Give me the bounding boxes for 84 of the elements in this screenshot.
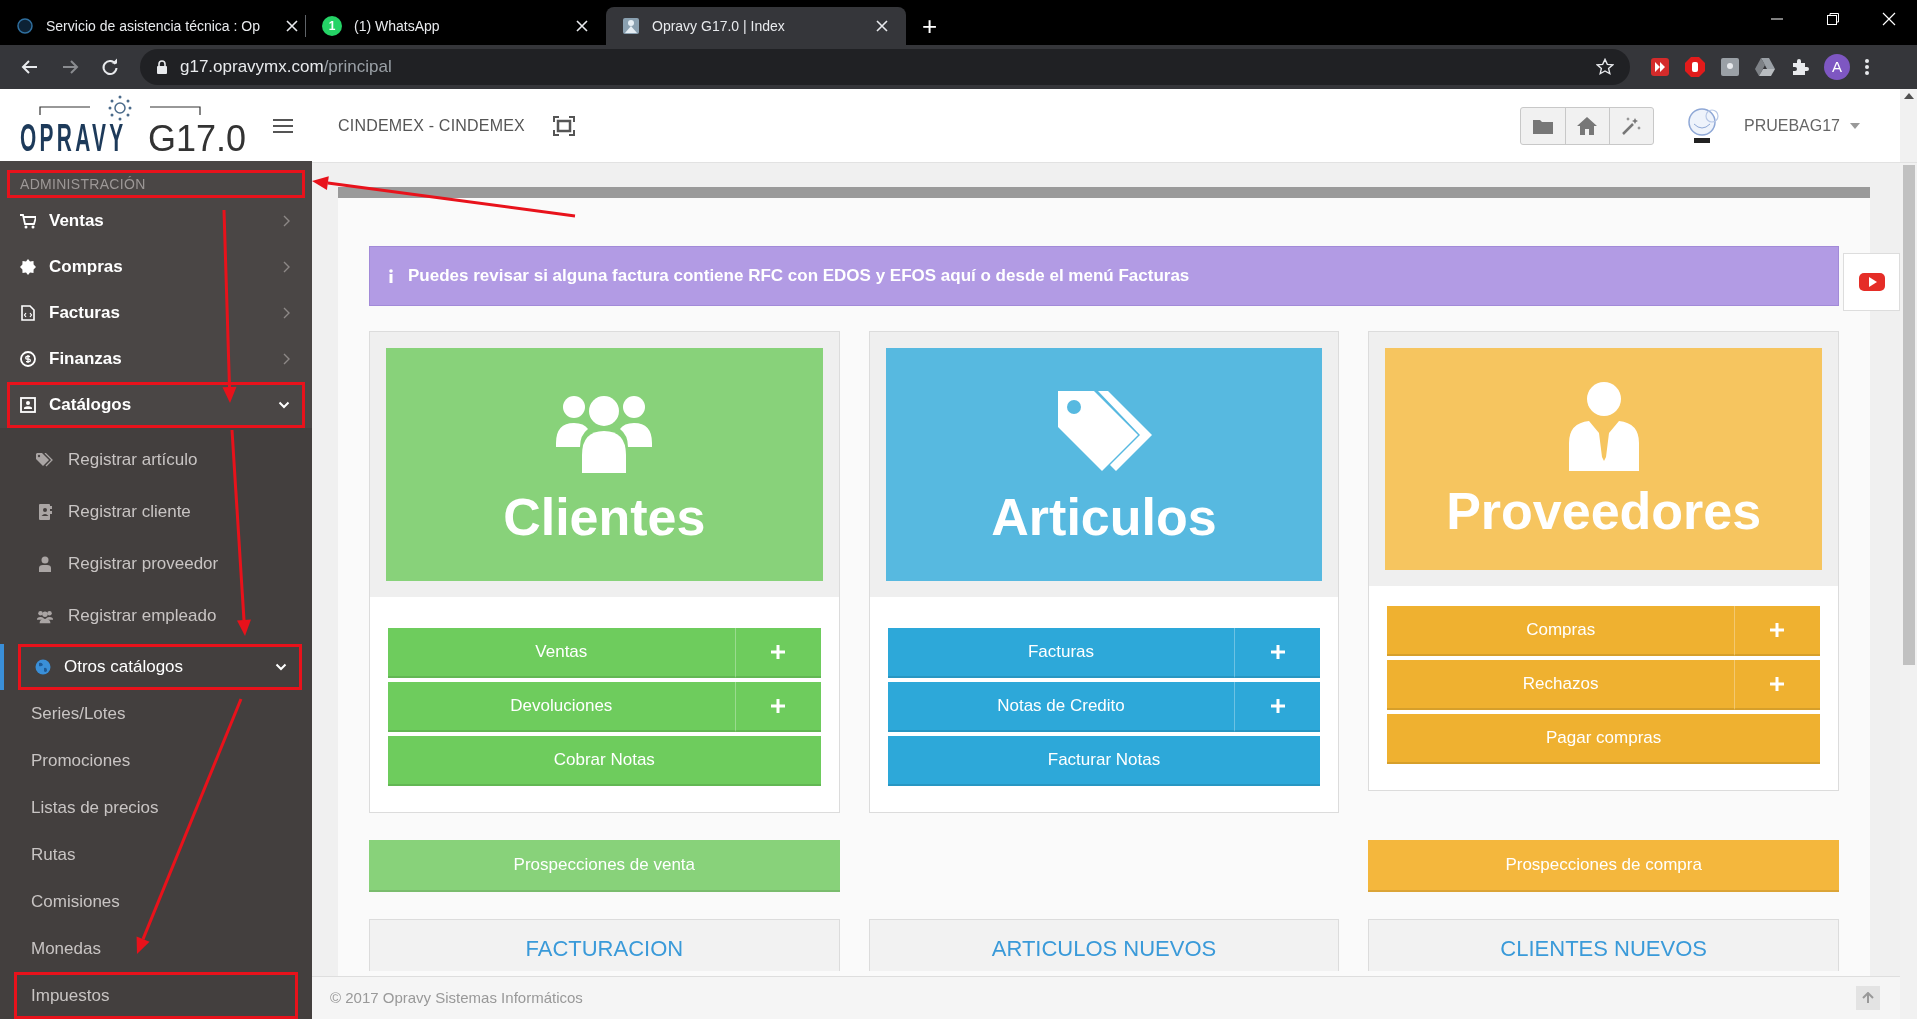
puzzle-icon[interactable]: [1790, 57, 1810, 77]
user-menu[interactable]: PRUEBAG17: [1743, 113, 1860, 138]
info-alert: Puedes revisar si alguna factura contiene RFC con EDOS y EFOS aquí o desde el menú Facturas: [369, 246, 1839, 306]
profile-avatar[interactable]: A: [1824, 54, 1850, 80]
seal-icon: [20, 259, 36, 275]
stats-card: ARTICULOS NUEVOS: [868, 919, 1340, 971]
dollar-coin-icon: [20, 351, 36, 367]
new-tab-button[interactable]: +: [922, 13, 938, 39]
extension-icon[interactable]: [1720, 57, 1740, 77]
sidebar-item[interactable]: Comisiones: [14, 878, 298, 925]
notification-badge: 1: [322, 16, 342, 36]
tab-title: Servicio de asistencia técnica : Op: [46, 16, 260, 36]
sidebar-item[interactable]: Facturas: [7, 290, 305, 336]
sidebar-item[interactable]: Registrar empleado: [7, 590, 305, 642]
info-icon: [388, 269, 394, 283]
chevron-right-icon: [283, 307, 290, 319]
sidebar-item[interactable]: Compras: [7, 244, 305, 290]
bookmark-star-icon[interactable]: [1596, 58, 1614, 76]
plus-icon: [1270, 645, 1285, 659]
plus-icon: [1270, 699, 1285, 713]
chevron-right-icon: [283, 353, 290, 365]
chevron-right-icon: [283, 261, 290, 273]
video-button[interactable]: [1843, 253, 1900, 311]
group-icon: [36, 608, 54, 624]
tab-title: Opravy G17.0 | Index: [652, 16, 785, 36]
add-button[interactable]: [1234, 628, 1321, 678]
plus-icon: [771, 645, 786, 659]
lock-icon: [156, 60, 168, 74]
plus-icon: [771, 699, 786, 713]
stop-hand-icon[interactable]: [1684, 56, 1706, 78]
home-icon: [1577, 116, 1598, 135]
id-card-icon: [20, 397, 36, 413]
sidebar-item[interactable]: Promociones: [14, 737, 298, 784]
section-heading: ADMINISTRACIÓN: [7, 170, 305, 198]
add-button[interactable]: [1234, 682, 1321, 732]
chevron-down-icon: [275, 663, 287, 671]
stats-card: FACTURACION: [369, 919, 840, 971]
url-text: g17.opravymx.com/principal: [180, 56, 393, 79]
company-name: CINDEMEX - CINDEMEX: [338, 115, 525, 136]
code-file-icon: [20, 305, 36, 321]
sidebar-item[interactable]: Series/Lotes: [14, 690, 298, 737]
close-icon[interactable]: [874, 18, 890, 34]
stats-card: CLIENTES NUEVOS: [1368, 919, 1839, 971]
sidebar-item[interactable]: Listas de precios: [14, 784, 298, 831]
caret-down-icon: [1850, 122, 1860, 129]
chevron-down-icon: [278, 401, 290, 409]
sidebar-item[interactable]: Catálogos: [7, 382, 305, 428]
extension-icon[interactable]: [1650, 57, 1670, 77]
tab-title: (1) WhatsApp: [354, 16, 440, 36]
fullscreen-icon[interactable]: [552, 115, 575, 136]
scrollbar-thumb[interactable]: [1902, 165, 1915, 665]
sidebar-item[interactable]: Impuestos: [14, 972, 298, 1019]
chevron-right-icon: [283, 215, 290, 227]
address-book-icon: [36, 504, 54, 520]
sidebar-item[interactable]: Otros catálogos: [18, 644, 302, 690]
logo: OPRAVY G17.0: [20, 119, 247, 157]
cart-icon: [20, 213, 36, 229]
arrow-up-icon: [1862, 992, 1874, 1004]
sidebar-item[interactable]: Registrar proveedor: [7, 538, 305, 590]
sidebar-item[interactable]: Finanzas: [7, 336, 305, 382]
favicon-icon: [622, 17, 640, 35]
sidebar-item[interactable]: Monedas: [14, 925, 298, 972]
magic-wand-icon: [1621, 115, 1642, 136]
sidebar-item[interactable]: Rutas: [14, 831, 298, 878]
sidebar-item[interactable]: Registrar cliente: [7, 486, 305, 538]
close-icon[interactable]: [574, 18, 590, 34]
drive-icon[interactable]: [1754, 57, 1776, 77]
plus-icon: [1770, 623, 1785, 637]
more-icon[interactable]: [1864, 57, 1870, 77]
person-icon: [36, 556, 54, 572]
sidebar-item[interactable]: Registrar artículo: [7, 434, 305, 486]
tags-icon: [36, 452, 54, 468]
sidebar-item[interactable]: Ventas: [7, 198, 305, 244]
businessman-icon: [1568, 381, 1639, 471]
scroll-up-icon[interactable]: [1903, 93, 1914, 99]
address-bar[interactable]: g17.opravymx.com/principal: [140, 49, 1630, 85]
browser-tab[interactable]: Opravy G17.0 | Index: [606, 7, 906, 45]
plus-icon: [1770, 677, 1785, 691]
close-icon[interactable]: [284, 18, 300, 34]
copyright-text: © 2017 Opravy Sistemas Informáticos: [330, 987, 583, 1008]
folder-icon: [1532, 117, 1553, 134]
globe-icon: [35, 659, 51, 675]
play-icon: [1858, 273, 1885, 291]
globe-favicon-icon: [16, 17, 34, 35]
